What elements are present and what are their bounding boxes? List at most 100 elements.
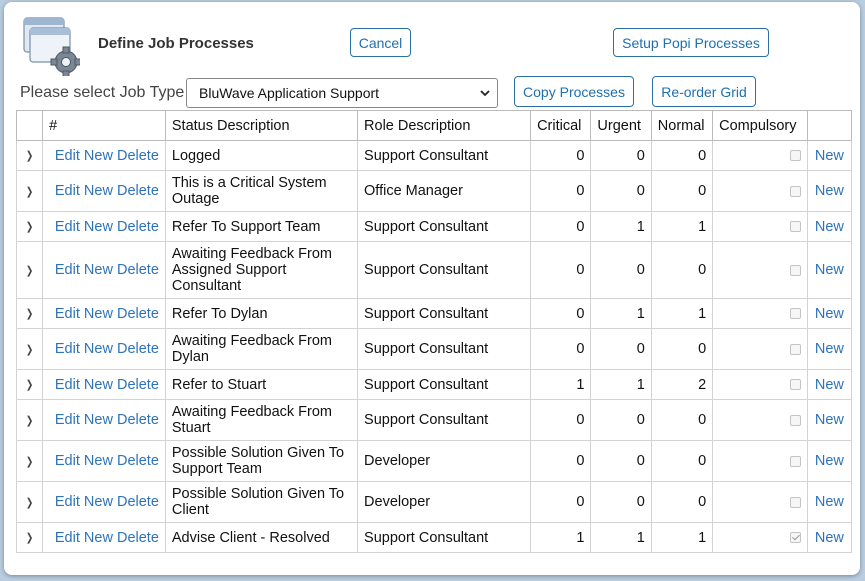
delete-link[interactable]: Delete <box>117 183 159 199</box>
chevron-right-icon[interactable]: ❯ <box>26 495 33 511</box>
new-link[interactable]: New <box>84 148 113 164</box>
chevron-right-icon[interactable]: ❯ <box>26 148 33 164</box>
chevron-right-icon[interactable]: ❯ <box>26 454 33 470</box>
row-new-link[interactable]: New <box>815 494 844 510</box>
edit-link[interactable]: Edit <box>55 219 80 235</box>
urgent-cell: 0 <box>590 328 652 370</box>
edit-link[interactable]: Edit <box>55 412 80 428</box>
compulsory-checkbox[interactable] <box>789 343 801 355</box>
edit-link[interactable]: Edit <box>55 494 80 510</box>
status-description-cell: This is a Critical System Outage <box>164 170 359 212</box>
row-new-link[interactable]: New <box>815 219 844 235</box>
row-new-link[interactable]: New <box>815 148 844 164</box>
edit-link[interactable]: Edit <box>55 262 80 278</box>
urgent-cell: 0 <box>590 241 652 299</box>
delete-link[interactable]: Delete <box>117 262 159 278</box>
header-normal[interactable]: Normal <box>650 110 714 141</box>
expand-cell[interactable]: ❯ <box>15 241 44 299</box>
new-link[interactable]: New <box>84 494 113 510</box>
job-type-label: Please select Job Type <box>20 84 185 101</box>
delete-link[interactable]: Delete <box>117 412 159 428</box>
header-urgent[interactable]: Urgent <box>590 110 652 141</box>
cancel-button[interactable]: Cancel <box>350 28 411 57</box>
new-link[interactable]: New <box>84 530 113 546</box>
row-new-link[interactable]: New <box>815 377 844 393</box>
chevron-right-icon[interactable]: ❯ <box>26 530 33 546</box>
row-new-link[interactable]: New <box>815 530 844 546</box>
compulsory-checkbox[interactable] <box>789 455 801 467</box>
chevron-right-icon[interactable]: ❯ <box>26 377 33 393</box>
chevron-right-icon[interactable]: ❯ <box>26 306 33 322</box>
delete-link[interactable]: Delete <box>117 453 159 469</box>
delete-link[interactable]: Delete <box>117 219 159 235</box>
compulsory-checkbox[interactable] <box>789 414 801 426</box>
critical-cell: 0 <box>530 440 592 482</box>
expand-cell[interactable]: ❯ <box>15 522 44 553</box>
new-link[interactable]: New <box>84 306 113 322</box>
compulsory-checkbox[interactable] <box>789 150 801 162</box>
edit-link[interactable]: Edit <box>55 148 80 164</box>
header-compulsory[interactable]: Compulsory <box>712 110 808 141</box>
expand-cell[interactable]: ❯ <box>15 170 44 212</box>
status-description-cell: Awaiting Feedback From Stuart <box>164 399 359 441</box>
row-new-link[interactable]: New <box>815 183 844 199</box>
edit-link[interactable]: Edit <box>55 530 80 546</box>
chevron-right-icon[interactable]: ❯ <box>26 413 33 429</box>
new-link[interactable]: New <box>84 377 113 393</box>
expand-cell[interactable]: ❯ <box>15 369 44 400</box>
new-link[interactable]: New <box>84 341 113 357</box>
chevron-right-icon[interactable]: ❯ <box>26 342 33 358</box>
row-new-link[interactable]: New <box>815 453 844 469</box>
new-link[interactable]: New <box>84 453 113 469</box>
table-header-row: # Status Description Role Description Cr… <box>15 110 853 141</box>
compulsory-checkbox[interactable] <box>789 532 801 544</box>
chevron-right-icon[interactable]: ❯ <box>26 184 33 200</box>
edit-link[interactable]: Edit <box>55 341 80 357</box>
compulsory-checkbox[interactable] <box>789 221 801 233</box>
new-link[interactable]: New <box>84 412 113 428</box>
role-description-cell: Support Consultant <box>357 399 532 441</box>
compulsory-cell <box>712 298 808 329</box>
job-type-select[interactable]: BluWave Application Support <box>186 78 498 108</box>
reorder-grid-button[interactable]: Re-order Grid <box>652 76 756 107</box>
chevron-right-icon[interactable]: ❯ <box>26 219 33 235</box>
expand-cell[interactable]: ❯ <box>15 481 44 523</box>
edit-link[interactable]: Edit <box>55 453 80 469</box>
delete-link[interactable]: Delete <box>117 148 159 164</box>
new-link[interactable]: New <box>84 262 113 278</box>
copy-processes-button[interactable]: Copy Processes <box>514 76 634 107</box>
header-critical[interactable]: Critical <box>530 110 592 141</box>
expand-cell[interactable]: ❯ <box>15 211 44 242</box>
edit-link[interactable]: Edit <box>55 377 80 393</box>
delete-link[interactable]: Delete <box>117 530 159 546</box>
expand-cell[interactable]: ❯ <box>15 440 44 482</box>
expand-cell[interactable]: ❯ <box>15 399 44 441</box>
setup-popi-processes-button[interactable]: Setup Popi Processes <box>613 28 769 57</box>
normal-cell: 1 <box>650 522 714 553</box>
row-new-link[interactable]: New <box>815 262 844 278</box>
row-actions: Edit New Delete <box>42 369 166 400</box>
header-role-description[interactable]: Role Description <box>357 110 532 141</box>
compulsory-checkbox[interactable] <box>789 308 801 320</box>
row-new-link[interactable]: New <box>815 306 844 322</box>
delete-link[interactable]: Delete <box>117 306 159 322</box>
compulsory-checkbox[interactable] <box>789 264 801 276</box>
new-link[interactable]: New <box>84 219 113 235</box>
chevron-right-icon[interactable]: ❯ <box>26 263 33 279</box>
edit-link[interactable]: Edit <box>55 306 80 322</box>
delete-link[interactable]: Delete <box>117 494 159 510</box>
expand-cell[interactable]: ❯ <box>15 140 44 171</box>
critical-cell: 0 <box>530 170 592 212</box>
row-new-link[interactable]: New <box>815 341 844 357</box>
delete-link[interactable]: Delete <box>117 377 159 393</box>
expand-cell[interactable]: ❯ <box>15 328 44 370</box>
compulsory-checkbox[interactable] <box>789 379 801 391</box>
row-new-link[interactable]: New <box>815 412 844 428</box>
delete-link[interactable]: Delete <box>117 341 159 357</box>
compulsory-checkbox[interactable] <box>789 185 801 197</box>
expand-cell[interactable]: ❯ <box>15 298 44 329</box>
header-status-description[interactable]: Status Description <box>164 110 359 141</box>
new-link[interactable]: New <box>84 183 113 199</box>
compulsory-checkbox[interactable] <box>789 496 801 508</box>
edit-link[interactable]: Edit <box>55 183 80 199</box>
